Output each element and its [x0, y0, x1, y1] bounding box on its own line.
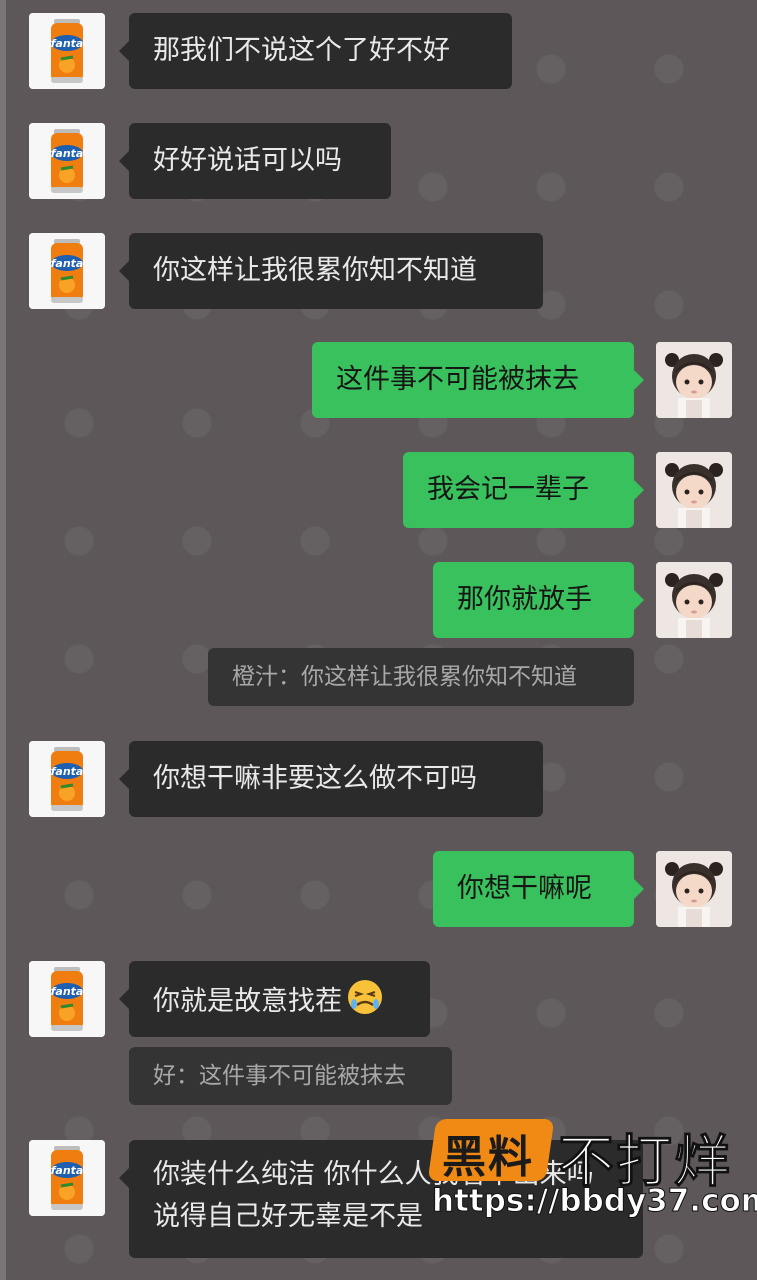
fanta-can-icon — [29, 741, 105, 817]
contact-avatar[interactable] — [29, 123, 105, 199]
message-bubble-sent[interactable]: 那你就放手 — [433, 562, 644, 638]
message-bubble-sent[interactable]: 我会记一辈子 — [403, 452, 644, 528]
message-text: 好好说话可以吗 — [153, 145, 342, 176]
quoted-reply[interactable]: 橙汁：你这样让我很累你知不知道 — [208, 648, 634, 706]
message-text: 那你就放手 — [457, 584, 592, 615]
message-text: 你就是故意找茬 — [153, 986, 342, 1017]
message-bubble-received[interactable]: 你想干嘛非要这么做不可吗 — [119, 741, 543, 817]
message-text: 你这样让我很累你知不知道 — [153, 255, 477, 286]
contact-avatar[interactable] — [29, 741, 105, 817]
watermark-badge-text: 黑料 — [442, 1132, 534, 1183]
fanta-can-icon — [29, 1140, 105, 1216]
watermark-url: https://bbdy37.com — [431, 1183, 757, 1220]
fanta-can-icon — [29, 123, 105, 199]
baby-girl-photo-icon — [656, 452, 732, 528]
self-avatar[interactable] — [656, 342, 732, 418]
self-avatar[interactable] — [656, 851, 732, 927]
baby-girl-photo-icon — [656, 342, 732, 418]
message-text: 我会记一辈子 — [427, 474, 589, 505]
message-bubble-sent[interactable]: 你想干嘛呢 — [433, 851, 644, 927]
quoted-text: 好：这件事不可能被抹去 — [153, 1063, 406, 1089]
message-text: 你想干嘛非要这么做不可吗 — [153, 763, 477, 794]
contact-avatar[interactable] — [29, 13, 105, 89]
baby-girl-photo-icon — [656, 851, 732, 927]
quoted-text: 橙汁：你这样让我很累你知不知道 — [232, 664, 577, 690]
message-bubble-sent[interactable]: 这件事不可能被抹去 — [312, 342, 644, 418]
self-avatar[interactable] — [656, 562, 732, 638]
baby-girl-photo-icon — [656, 562, 732, 638]
fanta-can-icon — [29, 961, 105, 1037]
contact-avatar[interactable] — [29, 233, 105, 309]
quoted-reply[interactable]: 好：这件事不可能被抹去 — [129, 1047, 452, 1105]
message-bubble-received[interactable]: 你这样让我很累你知不知道 — [119, 233, 543, 309]
contact-avatar[interactable] — [29, 1140, 105, 1216]
message-text: 这件事不可能被抹去 — [336, 364, 579, 395]
message-text: 你想干嘛呢 — [457, 873, 592, 904]
self-avatar[interactable] — [656, 452, 732, 528]
fanta-can-icon — [29, 233, 105, 309]
message-bubble-received[interactable]: 那我们不说这个了好不好 — [119, 13, 512, 89]
crying-face-emoji-icon — [346, 978, 384, 1016]
contact-avatar[interactable] — [29, 961, 105, 1037]
message-bubble-received[interactable]: 好好说话可以吗 — [119, 123, 391, 199]
watermark-logo: 黑料 不打烊 https://bbdy37.com — [427, 1115, 757, 1235]
message-text: 那我们不说这个了好不好 — [153, 35, 450, 66]
fanta-can-icon — [29, 13, 105, 89]
left-edge-bar — [0, 0, 6, 1280]
message-bubble-received[interactable]: 你就是故意找茬 — [119, 961, 430, 1037]
